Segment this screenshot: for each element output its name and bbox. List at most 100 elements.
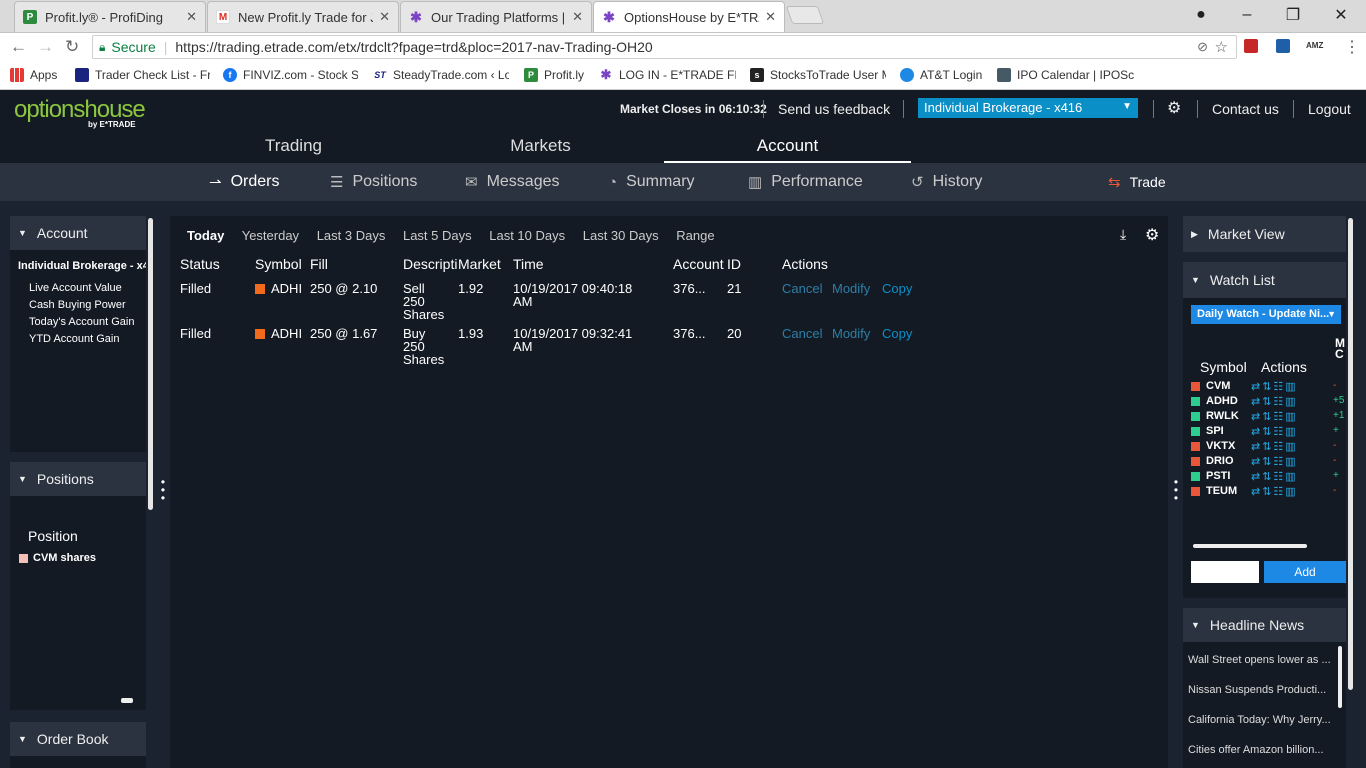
account-select[interactable]: Individual Brokerage - x416 ▼	[918, 98, 1138, 118]
row-action-icons[interactable]: ⇄⇅☷▥	[1251, 395, 1298, 408]
close-icon[interactable]: ✕	[572, 9, 583, 25]
col-market[interactable]: Market	[458, 256, 501, 272]
subtab-positions[interactable]: ☰ Positions	[330, 173, 417, 191]
link-live-account-value[interactable]: Live Account Value	[29, 280, 134, 297]
bookmark-trader-checklist[interactable]: Trader Check List - Fr	[75, 68, 210, 82]
extension-icon[interactable]	[1244, 39, 1258, 53]
positions-panel-header[interactable]: ▼ Positions	[10, 462, 146, 496]
news-scrollbar[interactable]	[1338, 646, 1342, 708]
col-fill[interactable]: Fill	[310, 256, 328, 272]
modify-link[interactable]: Modify	[832, 327, 870, 340]
bookmark-stockstotrade[interactable]: s StocksToTrade User M	[750, 68, 886, 82]
col-symbol[interactable]: Symbol	[255, 256, 302, 272]
star-icon[interactable]: ☆	[1215, 38, 1228, 56]
news-item[interactable]: Cities offer Amazon billion...	[1188, 744, 1330, 756]
orderbook-panel-header[interactable]: ▼ Order Book	[10, 722, 146, 756]
news-item[interactable]: Wall Street opens lower as ...	[1188, 654, 1330, 666]
close-icon[interactable]: ✕	[379, 9, 390, 25]
subtab-history[interactable]: ↺ History	[911, 173, 982, 191]
cookie-icon[interactable]: ⊘	[1197, 39, 1208, 55]
cancel-link[interactable]: Cancel	[782, 327, 822, 340]
close-window-button[interactable]: ✕	[1318, 0, 1364, 30]
subtab-messages[interactable]: ✉ Messages	[465, 173, 560, 191]
watch-list-header[interactable]: ▼ Watch List	[1183, 262, 1346, 298]
col-symbol[interactable]: Symbol	[1200, 359, 1247, 375]
logout-link[interactable]: Logout	[1308, 101, 1351, 117]
forward-icon[interactable]: →	[37, 37, 54, 57]
resize-handle-icon[interactable]: • • •	[1172, 476, 1180, 504]
col-status[interactable]: Status	[180, 256, 220, 272]
filter-last-10-days[interactable]: Last 10 Days	[489, 228, 565, 243]
row-action-icons[interactable]: ⇄⇅☷▥	[1251, 425, 1298, 438]
news-item[interactable]: California Today: Why Jerry...	[1188, 714, 1330, 726]
row-action-icons[interactable]: ⇄⇅☷▥	[1251, 410, 1298, 423]
filter-range[interactable]: Range	[676, 228, 714, 243]
profile-icon[interactable]: ●	[1178, 0, 1224, 30]
bookmark-etrade-login[interactable]: ✱ LOG IN - E*TRADE FI	[599, 68, 736, 82]
browser-tab-gmail[interactable]: M New Profit.ly Trade for Jo ✕	[207, 1, 399, 32]
menu-icon[interactable]: ⋮	[1344, 37, 1360, 57]
bookmark-profitly[interactable]: P Profit.ly	[524, 68, 584, 82]
restore-button[interactable]: ❐	[1270, 0, 1316, 30]
bookmark-ipo-calendar[interactable]: IPO Calendar | IPOSc	[997, 68, 1137, 82]
gear-icon[interactable]: ⚙	[1145, 225, 1159, 245]
link-cash-buying-power[interactable]: Cash Buying Power	[29, 297, 134, 314]
tab-account[interactable]: Account	[664, 136, 911, 163]
link-ytd-account-gain[interactable]: YTD Account Gain	[29, 331, 134, 348]
link-todays-account-gain[interactable]: Today's Account Gain	[29, 314, 134, 331]
left-scrollbar[interactable]	[148, 218, 153, 510]
bookmark-att[interactable]: AT&T Login	[900, 68, 982, 82]
row-action-icons[interactable]: ⇄⇅☷▥	[1251, 485, 1298, 498]
search-extension-icon[interactable]	[1276, 39, 1290, 53]
url-field[interactable]: 🔒︎ Secure | https://trading.etrade.com/e…	[92, 35, 1237, 59]
close-icon[interactable]: ✕	[186, 9, 197, 25]
back-icon[interactable]: ←	[10, 37, 27, 57]
account-panel-header[interactable]: ▼ Account	[10, 216, 146, 250]
col-time[interactable]: Time	[513, 256, 544, 272]
cancel-link[interactable]: Cancel	[782, 282, 822, 295]
horizontal-scrollbar[interactable]	[1193, 544, 1307, 548]
bookmark-steadytrade[interactable]: ST SteadyTrade.com ‹ Lo	[373, 68, 509, 82]
col-account[interactable]: Account	[673, 256, 724, 272]
col-actions[interactable]: Actions	[782, 256, 828, 272]
add-button[interactable]: Add	[1264, 561, 1346, 583]
right-scrollbar[interactable]	[1348, 218, 1353, 690]
filter-yesterday[interactable]: Yesterday	[242, 228, 299, 243]
market-view-header[interactable]: ▶ Market View	[1183, 216, 1346, 252]
gear-icon[interactable]: ⚙	[1167, 98, 1181, 118]
tab-markets[interactable]: Markets	[417, 136, 664, 156]
copy-link[interactable]: Copy	[882, 282, 912, 295]
contact-link[interactable]: Contact us	[1212, 101, 1279, 117]
trade-button[interactable]: ⇆ Trade	[1108, 173, 1166, 191]
add-symbol-input[interactable]	[1191, 561, 1259, 583]
new-tab-button[interactable]	[785, 6, 825, 24]
bookmark-apps[interactable]: Apps	[10, 68, 57, 82]
subtab-orders[interactable]: ⇀ Orders	[209, 173, 279, 191]
minimize-button[interactable]: –	[1224, 0, 1270, 30]
position-item[interactable]: CVM shares	[19, 552, 96, 564]
modify-link[interactable]: Modify	[832, 282, 870, 295]
close-icon[interactable]: ✕	[765, 9, 776, 25]
browser-tab-etrade-platforms[interactable]: ✱ Our Trading Platforms | T ✕	[400, 1, 592, 32]
optionshouse-logo[interactable]: optionshouse by E*TRADE	[14, 96, 146, 129]
download-icon[interactable]: ⤓	[1120, 226, 1126, 243]
reload-icon[interactable]: ↻	[65, 37, 79, 57]
bookmark-finviz[interactable]: f FINVIZ.com - Stock S	[223, 68, 358, 82]
watch-list-select[interactable]: Daily Watch - Update Ni... ▼	[1191, 305, 1341, 324]
copy-link[interactable]: Copy	[882, 327, 912, 340]
headline-news-header[interactable]: ▼ Headline News	[1183, 608, 1346, 642]
filter-last-3-days[interactable]: Last 3 Days	[317, 228, 386, 243]
row-action-icons[interactable]: ⇄⇅☷▥	[1251, 380, 1298, 393]
tab-trading[interactable]: Trading	[170, 136, 417, 156]
row-action-icons[interactable]: ⇄⇅☷▥	[1251, 470, 1298, 483]
col-actions[interactable]: Actions	[1261, 359, 1307, 375]
filter-last-30-days[interactable]: Last 30 Days	[583, 228, 659, 243]
col-change[interactable]: MC	[1335, 337, 1345, 360]
subtab-performance[interactable]: ▥ Performance	[748, 173, 863, 191]
browser-tab-optionshouse[interactable]: ✱ OptionsHouse by E*TRAD ✕	[593, 1, 785, 32]
amazon-extension-icon[interactable]: AMZ	[1306, 41, 1323, 50]
resize-handle-icon[interactable]: • • •	[159, 476, 167, 504]
browser-tab-profitly[interactable]: P Profit.ly® - ProfiDing ✕	[14, 1, 206, 32]
subtab-summary[interactable]: ◔ Summary	[608, 173, 695, 191]
filter-last-5-days[interactable]: Last 5 Days	[403, 228, 472, 243]
